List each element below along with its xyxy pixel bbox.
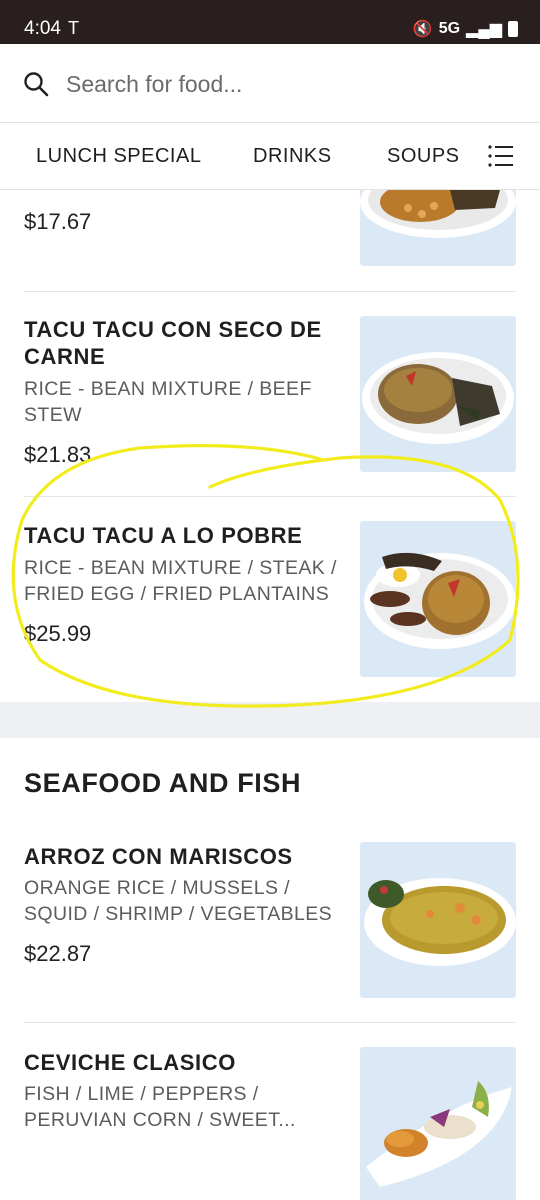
divider [24, 496, 516, 497]
section-gap [0, 702, 540, 738]
menu-list-icon[interactable] [488, 144, 514, 168]
status-bar: 4:04 T 🔇 5G ▂▄▆ [0, 0, 540, 44]
divider [24, 291, 516, 292]
item-description: FISH / LIME / PEPPERS / PERUVIAN CORN / … [24, 1083, 296, 1131]
item-price: $21.83 [24, 442, 92, 467]
signal-icon: ▂▄▆ [466, 21, 502, 38]
network-label: 5G [438, 20, 461, 37]
item-description: RICE - BEAN MIXTURE / STEAK / FRIED EGG … [24, 557, 337, 605]
food-image [360, 842, 516, 998]
item-price: $25.99 [24, 621, 92, 646]
food-image [360, 521, 516, 677]
food-image [360, 190, 516, 266]
food-image [360, 1047, 516, 1200]
tab-soups[interactable]: SOUPS [387, 145, 460, 168]
tesla-icon: T [68, 18, 79, 38]
status-time: 4:04 [24, 18, 61, 39]
section-title: SEAFOOD AND FISH [24, 768, 302, 798]
search-icon[interactable] [23, 71, 49, 97]
battery-icon [508, 21, 518, 37]
item-title: ARROZ CON MARISCOS [24, 844, 293, 869]
item-description: RICE - BEAN MIXTURE / BEEF STEW [24, 378, 312, 426]
divider [24, 1022, 516, 1023]
item-title: TACU TACU A LO POBRE [24, 523, 303, 548]
item-title: TACU TACU CON SECO DE CARNE [24, 317, 322, 369]
tab-lunch-special[interactable]: LUNCH SPECIAL [36, 145, 201, 168]
item-description: ORANGE RICE / MUSSELS / SQUID / SHRIMP /… [24, 877, 333, 925]
item-price: $17.67 [24, 209, 92, 234]
search-bar [0, 44, 540, 123]
item-price: $22.87 [24, 941, 92, 966]
tab-drinks[interactable]: DRINKS [253, 145, 332, 168]
category-tabs: LUNCH SPECIAL DRINKS SOUPS [0, 124, 540, 190]
item-title: CEVICHE CLASICO [24, 1050, 236, 1075]
search-input[interactable] [66, 68, 506, 100]
food-image [360, 316, 516, 472]
status-icons: 🔇 5G ▂▄▆ [413, 19, 518, 39]
mute-icon: 🔇 [412, 21, 433, 38]
